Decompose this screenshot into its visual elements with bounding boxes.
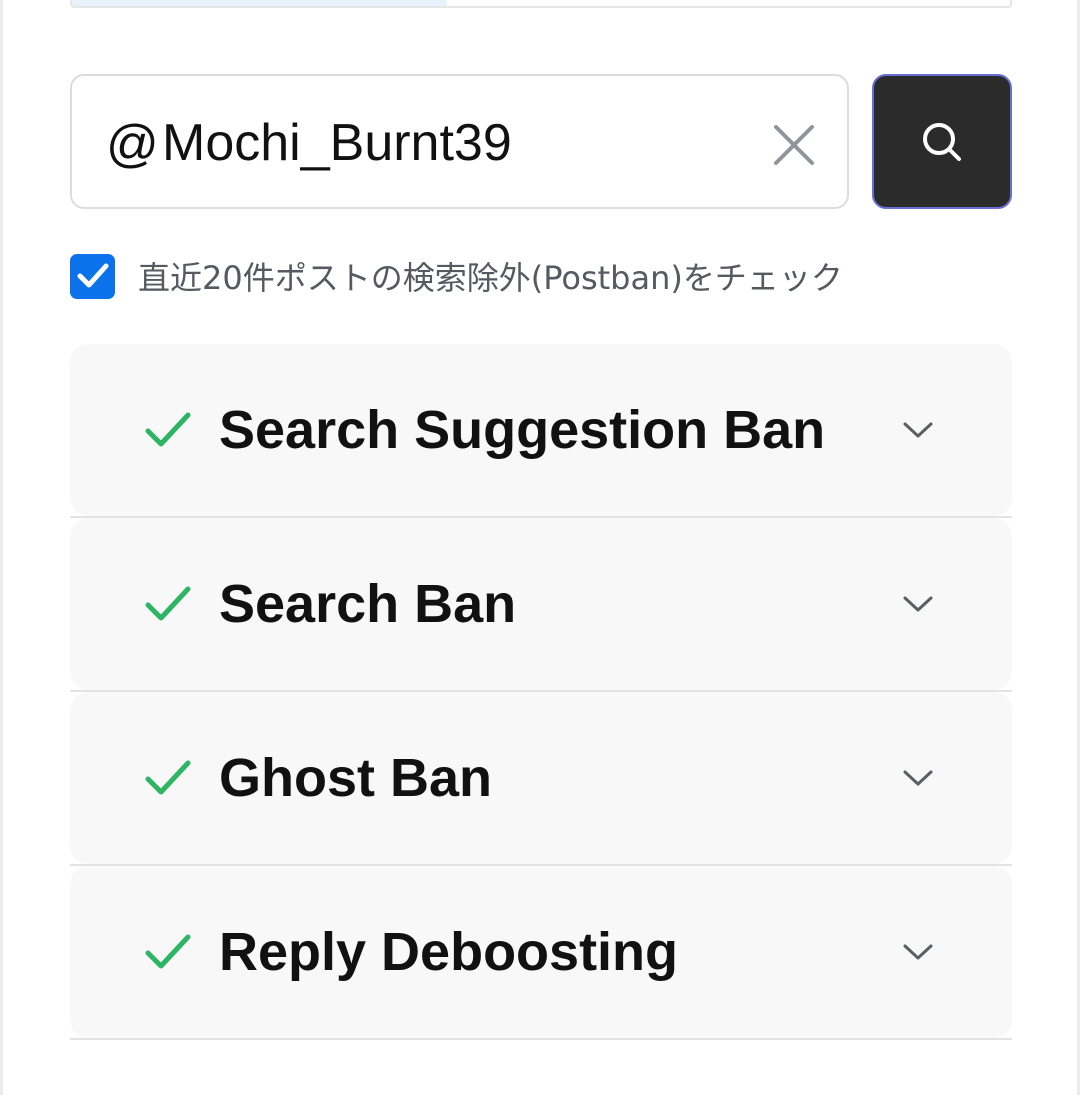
check-icon xyxy=(145,412,191,447)
result-title: Ghost Ban xyxy=(219,748,493,808)
result-item-search-ban: Search Ban xyxy=(70,518,1012,692)
checkmark-icon xyxy=(77,263,108,288)
search-icon xyxy=(923,122,961,161)
check-icon xyxy=(145,586,191,621)
close-icon xyxy=(774,125,814,165)
postban-label: 直近20件ポストの検索除外(Postban)をチェック xyxy=(138,259,843,297)
chevron-down-icon xyxy=(903,770,933,786)
result-header[interactable]: Reply Deboosting xyxy=(70,866,1012,1038)
at-prefix: @ xyxy=(106,115,159,173)
tab-progress-fill xyxy=(72,0,448,6)
divider xyxy=(70,1038,1012,1040)
page: @ 直近20件ポストの検索除外(Postban)をチェック xyxy=(0,0,1080,1095)
result-header[interactable]: Search Suggestion Ban xyxy=(70,344,1012,516)
postban-option: 直近20件ポストの検索除外(Postban)をチェック xyxy=(70,253,1012,299)
chevron-down-icon xyxy=(903,944,933,960)
result-title: Search Ban xyxy=(219,574,517,634)
search-row: @ xyxy=(70,74,1012,210)
result-title: Search Suggestion Ban xyxy=(219,400,826,460)
results-accordion: Search Suggestion Ban Search Ban Ghost B… xyxy=(70,344,1012,1040)
result-item-ghost-ban: Ghost Ban xyxy=(70,692,1012,866)
page-edge-left xyxy=(0,0,3,1095)
search-button[interactable] xyxy=(872,74,1012,209)
chevron-down-icon xyxy=(903,422,933,438)
postban-checkbox[interactable] xyxy=(70,253,115,299)
result-header[interactable]: Ghost Ban xyxy=(70,692,1012,864)
chevron-down-icon xyxy=(903,596,933,612)
result-header[interactable]: Search Ban xyxy=(70,518,1012,690)
result-title: Reply Deboosting xyxy=(219,922,679,982)
search-box: @ xyxy=(70,74,849,209)
clear-button[interactable] xyxy=(760,111,828,179)
tab-bar xyxy=(70,0,1012,8)
result-item-search-suggestion-ban: Search Suggestion Ban xyxy=(70,344,1012,518)
check-icon xyxy=(145,760,191,795)
result-item-reply-deboosting: Reply Deboosting xyxy=(70,866,1012,1040)
check-icon xyxy=(145,934,191,969)
username-input[interactable] xyxy=(162,110,742,176)
